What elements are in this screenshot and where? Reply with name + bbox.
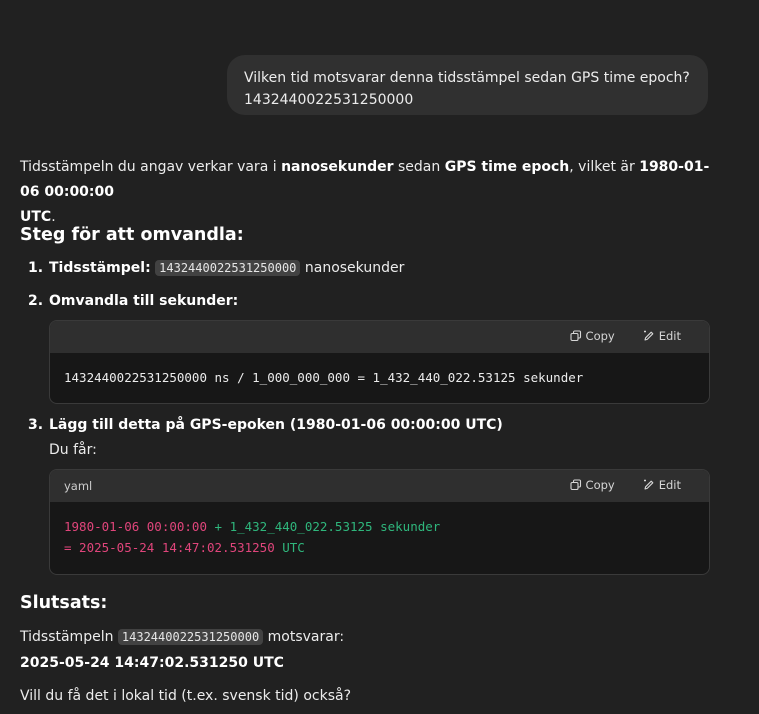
conclusion-line: Tidsstämpeln 1432440022531250000 motsvar… [20, 626, 344, 648]
intro-paragraph: Tidsstämpeln du angav verkar vara i nano… [20, 155, 710, 230]
code-token-plus: + 1_432_440_022.53125 sekunder [207, 519, 441, 534]
conclusion-text: Tidsstämpeln [20, 629, 118, 645]
steps-heading: Steg för att omvandla: [20, 225, 244, 245]
code-block-result: yaml Copy Edit 1980-01-06 00:00:00 + 1_4… [49, 469, 710, 575]
conclusion-heading: Slutsats: [20, 593, 108, 613]
code-block-body: 1432440022531250000 ns / 1_000_000_000 =… [50, 353, 709, 402]
copy-icon [569, 330, 582, 342]
edit-icon [643, 479, 655, 491]
code-block-header: yaml Copy Edit [50, 470, 709, 502]
step-number: 1. [28, 260, 44, 276]
code-block-conversion: Copy Edit 1432440022531250000 ns / 1_000… [49, 320, 710, 404]
followup-question: Vill du få det i lokal tid (t.ex. svensk… [20, 688, 352, 704]
conclusion-result: 2025-05-24 14:47:02.531250 UTC [20, 655, 284, 671]
code-actions: Copy Edit [569, 478, 681, 492]
user-message-line-1: Vilken tid motsvarar denna tidsstämpel s… [244, 70, 690, 86]
code-token-result: = 2025-05-24 14:47:02.531250 [64, 540, 275, 555]
code-line: 1432440022531250000 ns / 1_000_000_000 =… [64, 370, 584, 385]
code-token-utc: UTC [274, 540, 305, 555]
step-number: 3. [28, 417, 44, 433]
user-message-line-2: 1432440022531250000 [244, 92, 414, 108]
code-language: yaml [64, 479, 93, 493]
step-suffix: nanosekunder [300, 260, 405, 276]
conclusion-text: motsvarar: [263, 629, 345, 645]
code-block-header: Copy Edit [50, 321, 709, 353]
intro-text: sedan [393, 159, 445, 175]
step-label: Omvandla till sekunder: [49, 293, 239, 309]
code-actions: Copy Edit [569, 329, 681, 343]
intro-bold-unit: nanosekunder [281, 159, 394, 175]
edit-button[interactable]: Edit [643, 329, 681, 343]
step-subtext: Du får: [49, 442, 97, 458]
assistant-answer: Tidsstämpeln du angav verkar vara i nano… [20, 155, 710, 704]
copy-label: Copy [585, 478, 615, 492]
inline-code: 1432440022531250000 [117, 629, 264, 645]
edit-label: Edit [658, 478, 681, 492]
step-content: Lägg till detta på GPS-epoken (1980-01-0… [49, 414, 503, 436]
edit-icon [643, 330, 655, 342]
intro-text: Tidsstämpeln du angav verkar vara i [20, 159, 282, 175]
step-content: Tidsstämpel: 1432440022531250000 nanosek… [49, 257, 404, 279]
inline-code: 1432440022531250000 [155, 260, 301, 276]
intro-text: , vilket är [569, 159, 640, 175]
chat-page: Vilken tid motsvarar denna tidsstämpel s… [0, 0, 759, 714]
step-label: Lägg till detta på GPS-epoken (1980-01-0… [49, 417, 503, 433]
copy-icon [569, 479, 582, 491]
copy-button[interactable]: Copy [569, 478, 615, 492]
code-block-body: 1980-01-06 00:00:00 + 1_432_440_022.5312… [50, 502, 709, 572]
code-token-date: 1980-01-06 00:00:00 [64, 519, 207, 534]
edit-label: Edit [658, 329, 681, 343]
step-label: Tidsstämpel: [49, 260, 151, 276]
intro-bold-epoch: GPS time epoch [444, 159, 570, 175]
copy-button[interactable]: Copy [569, 329, 615, 343]
intro-text: . [51, 209, 56, 225]
copy-label: Copy [585, 329, 615, 343]
step-number: 2. [28, 293, 44, 309]
edit-button[interactable]: Edit [643, 478, 681, 492]
user-message-bubble: Vilken tid motsvarar denna tidsstämpel s… [227, 55, 708, 115]
intro-bold-utc: UTC [20, 209, 52, 225]
step-content: Omvandla till sekunder: [49, 290, 238, 312]
